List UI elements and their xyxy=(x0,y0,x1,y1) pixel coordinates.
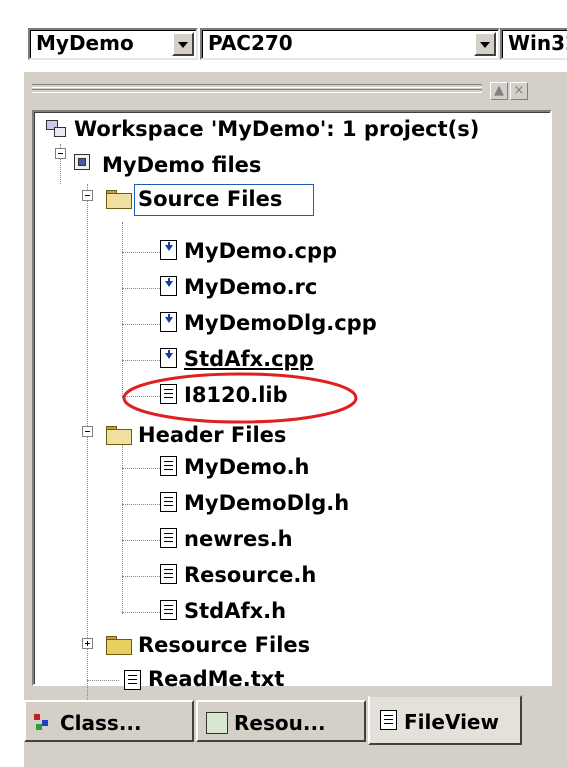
tree-item-project[interactable]: MyDemo files xyxy=(102,152,261,178)
tab-resourceview[interactable]: Resou... xyxy=(196,700,366,742)
source-file-icon xyxy=(160,240,177,260)
platform-combo[interactable]: PAC270 xyxy=(200,28,500,60)
text-file-icon xyxy=(160,564,177,584)
tab-label: Class... xyxy=(60,711,142,735)
tree-item-header-files[interactable]: Header Files xyxy=(138,422,286,448)
collapse-toggle[interactable] xyxy=(82,426,93,437)
target-combo[interactable]: Win32 xyxy=(500,28,567,60)
tree-item-file[interactable]: MyDemo.cpp xyxy=(184,238,337,264)
workspace-panel: ▲ × Workspace 'MyDemo': 1 project(s) MyD xyxy=(22,72,567,767)
tree-item-file[interactable]: StdAfx.h xyxy=(184,598,286,624)
collapse-toggle[interactable] xyxy=(82,190,93,201)
text-file-icon xyxy=(124,670,141,690)
project-icon xyxy=(74,154,96,174)
chevron-down-icon[interactable] xyxy=(474,32,496,56)
chevron-down-icon[interactable] xyxy=(172,32,194,56)
tab-label: FileView xyxy=(404,710,499,734)
drag-grip[interactable] xyxy=(32,89,482,93)
tree-item-file[interactable]: MyDemo.rc xyxy=(184,274,317,300)
source-file-icon xyxy=(160,312,177,332)
close-icon[interactable]: × xyxy=(510,82,528,100)
tree-item-file[interactable]: Resource.h xyxy=(184,562,316,588)
file-tree: Workspace 'MyDemo': 1 project(s) MyDemo … xyxy=(32,110,552,712)
tree-item-file[interactable]: MyDemoDlg.cpp xyxy=(184,310,377,336)
class-icon xyxy=(34,714,56,730)
tab-classview[interactable]: Class... xyxy=(24,700,194,742)
tree-item-file[interactable]: MyDemoDlg.h xyxy=(184,490,349,516)
collapse-toggle[interactable] xyxy=(55,148,66,159)
tree-item-readme[interactable]: ReadMe.txt xyxy=(148,666,284,692)
platform-value: PAC270 xyxy=(208,31,293,55)
drag-grip[interactable] xyxy=(32,84,482,88)
tree-item-resource-files[interactable]: Resource Files xyxy=(138,632,310,658)
configuration-value: MyDemo xyxy=(36,31,134,55)
source-file-icon xyxy=(160,276,177,296)
minimize-icon[interactable]: ▲ xyxy=(490,82,508,100)
text-file-icon xyxy=(380,710,397,730)
text-file-icon xyxy=(160,456,177,476)
workspace-icon xyxy=(46,120,68,140)
source-file-icon xyxy=(160,348,177,368)
configuration-combo[interactable]: MyDemo xyxy=(28,28,198,60)
text-file-icon xyxy=(160,528,177,548)
tree-item-file[interactable]: MyDemo.h xyxy=(184,454,310,480)
tab-label: Resou... xyxy=(234,711,326,735)
folder-open-icon xyxy=(106,190,132,209)
tab-fileview[interactable]: FileView xyxy=(368,695,522,745)
expand-toggle[interactable] xyxy=(82,638,93,649)
tree-item-workspace[interactable]: Workspace 'MyDemo': 1 project(s) xyxy=(74,116,479,142)
tree-item-file[interactable]: newres.h xyxy=(184,526,293,552)
tree-item-source-files[interactable]: Source Files xyxy=(138,186,282,212)
text-file-icon xyxy=(160,600,177,620)
highlight-circle xyxy=(122,372,358,424)
resource-icon xyxy=(206,712,228,734)
target-value: Win32 xyxy=(508,31,567,55)
folder-closed-icon xyxy=(106,636,132,655)
folder-open-icon xyxy=(106,426,132,445)
text-file-icon xyxy=(160,492,177,512)
